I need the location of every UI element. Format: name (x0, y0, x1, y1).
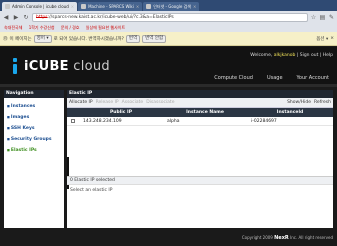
detail-pane: 0 Elastic IP selected Select an elastic … (67, 176, 333, 196)
cell-instance-id: i-02284697 (251, 119, 277, 124)
logo-cloud: cloud (73, 58, 110, 74)
bookmark-star-icon[interactable]: ☆ (310, 14, 317, 21)
cell-instance-name: alpha (167, 119, 180, 124)
rights-text: Inc. All right reserved (290, 235, 333, 240)
table-row[interactable]: 143.248.234.109 alpha i-02284697 (67, 117, 333, 126)
table-body: 143.248.234.109 alpha i-02284697 (67, 117, 333, 189)
sidebar-item-elastic-ips[interactable]: Elastic IPs (4, 145, 64, 156)
forward-icon[interactable]: ▶ (12, 14, 20, 22)
bookmarks-bar: 숙대전국체 1학기 수강신청 문의 / 경호 일상에 필요한 웹사이트 (0, 24, 337, 32)
tab-label: 인터넷 - Google 검색 (153, 4, 191, 9)
translate-bar: ㊊ 이 페이지는 영어 ▾ 로 되어 있습니다. 번역하시겠습니까? 번역 번역… (0, 32, 337, 46)
favicon-icon (5, 4, 10, 9)
table-header: Public IP Instance Name Instanceld (67, 108, 333, 117)
translate-prefix: 이 페이지는 (9, 36, 32, 42)
logo-brand: iCUBE (24, 58, 69, 74)
back-icon[interactable]: ◀ (2, 14, 10, 22)
browser-tab-bar: Admin Console | icube cloud × Machine - … (0, 0, 337, 11)
close-tab-icon[interactable]: × (136, 2, 139, 11)
sidebar-list: Instances Images SSH Keys Security Group… (4, 98, 64, 156)
favicon-icon (146, 4, 152, 9)
nav-usage[interactable]: Usage (267, 75, 283, 81)
translate-button[interactable]: 번역 (125, 34, 141, 43)
close-translate-icon[interactable]: × (330, 36, 334, 41)
detail-message: Select an elastic IP (70, 188, 113, 193)
row-checkbox[interactable] (71, 118, 75, 123)
browser-tab-admin-console[interactable]: Admin Console | icube cloud × (2, 2, 78, 11)
sidebar-item-instances[interactable]: Instances (4, 101, 64, 112)
icube-logo-icon (10, 58, 20, 74)
allocate-ip-button[interactable]: Allocate IP (69, 100, 93, 105)
close-tab-icon[interactable]: × (71, 2, 74, 11)
column-instance-id[interactable]: Instanceld (247, 108, 333, 117)
sidebar-item-images[interactable]: Images (4, 112, 64, 123)
elastic-ip-panel: Elastic IP Allocate IP Release IP Associ… (67, 90, 333, 228)
disassociate-button[interactable]: Disassociate (146, 100, 174, 105)
reload-icon[interactable]: ↻ (22, 14, 30, 22)
sidebar-title: Navigation (4, 90, 64, 98)
sidebar-item-security-groups[interactable]: Security Groups (4, 134, 64, 145)
navigation-sidebar: Navigation Instances Images SSH Keys Sec… (4, 90, 64, 228)
footer: Copyright 2009 NexR Inc. All right reser… (0, 230, 337, 246)
bookmark-item[interactable]: 숙대전국체 (4, 25, 22, 30)
main-nav: Compute Cloud Usage Your Account (214, 75, 329, 81)
panel-title: Elastic IP (67, 90, 333, 98)
nexr-logo: NexR (274, 235, 289, 241)
associate-button[interactable]: Associate (122, 100, 144, 105)
translate-options-button[interactable]: 옵션 ▾ (316, 36, 328, 42)
browser-tab-google-search[interactable]: 인터넷 - Google 검색 × (143, 2, 200, 11)
app-header: Welcome, alkjkanob | Sign out | Help iCU… (0, 47, 337, 87)
select-all-column[interactable] (67, 108, 79, 117)
tab-label: Machine - SPARCS Wiki (88, 4, 134, 9)
logo: iCUBE cloud (10, 58, 110, 74)
never-translate-button[interactable]: 번역 안함 (142, 34, 167, 43)
signout-link[interactable]: Sign out (300, 53, 319, 58)
user-links: Welcome, alkjkanob | Sign out | Help (250, 53, 333, 58)
page-menu-icon[interactable]: ▤ (319, 14, 326, 21)
browser-tab-sparcs-wiki[interactable]: Machine - SPARCS Wiki × (78, 2, 143, 11)
settings-wrench-icon[interactable]: ✎ (328, 14, 335, 21)
nav-compute-cloud[interactable]: Compute Cloud (214, 75, 253, 81)
show-hide-button[interactable]: Show/Hide (287, 100, 311, 105)
cell-public-ip: 143.248.234.109 (83, 119, 122, 124)
help-link[interactable]: Help (323, 53, 333, 58)
welcome-text: Welcome, (250, 53, 273, 58)
column-instance-name[interactable]: Instance Name (163, 108, 247, 117)
username: alkjkanob (273, 53, 296, 58)
selection-count: 0 Elastic IP selected (67, 177, 333, 185)
url-path: ://sparcs-new.kaist.ac.kr/icube-web/ui/?… (47, 15, 174, 20)
bookmark-item[interactable]: 일상에 필요한 웹사이트 (86, 25, 125, 30)
close-tab-icon[interactable]: × (193, 2, 196, 11)
copyright-text: Copyright 2009 (241, 235, 273, 240)
url-scheme: https (36, 15, 48, 20)
bookmark-item[interactable]: 문의 / 경호 (61, 25, 80, 30)
translate-icon: ㊊ (3, 36, 8, 42)
bookmark-item[interactable]: 1학기 수강신청 (29, 25, 55, 30)
sidebar-item-ssh-keys[interactable]: SSH Keys (4, 123, 64, 134)
url-field[interactable]: https://sparcs-new.kaist.ac.kr/icube-web… (32, 13, 308, 22)
release-ip-button[interactable]: Release IP (96, 100, 119, 105)
nav-your-account[interactable]: Your Account (297, 75, 329, 81)
translate-question: 로 되어 있습니다. 번역하시겠습니까? (53, 36, 124, 42)
refresh-button[interactable]: Refresh (314, 100, 331, 105)
column-public-ip[interactable]: Public IP (79, 108, 163, 117)
translate-language-select[interactable]: 영어 ▾ (33, 34, 52, 43)
tab-label: Admin Console | icube cloud (12, 4, 69, 9)
panel-toolbar: Allocate IP Release IP Associate Disasso… (67, 98, 333, 108)
favicon-icon (81, 4, 87, 9)
address-bar: ◀ ▶ ↻ https://sparcs-new.kaist.ac.kr/icu… (0, 11, 337, 24)
